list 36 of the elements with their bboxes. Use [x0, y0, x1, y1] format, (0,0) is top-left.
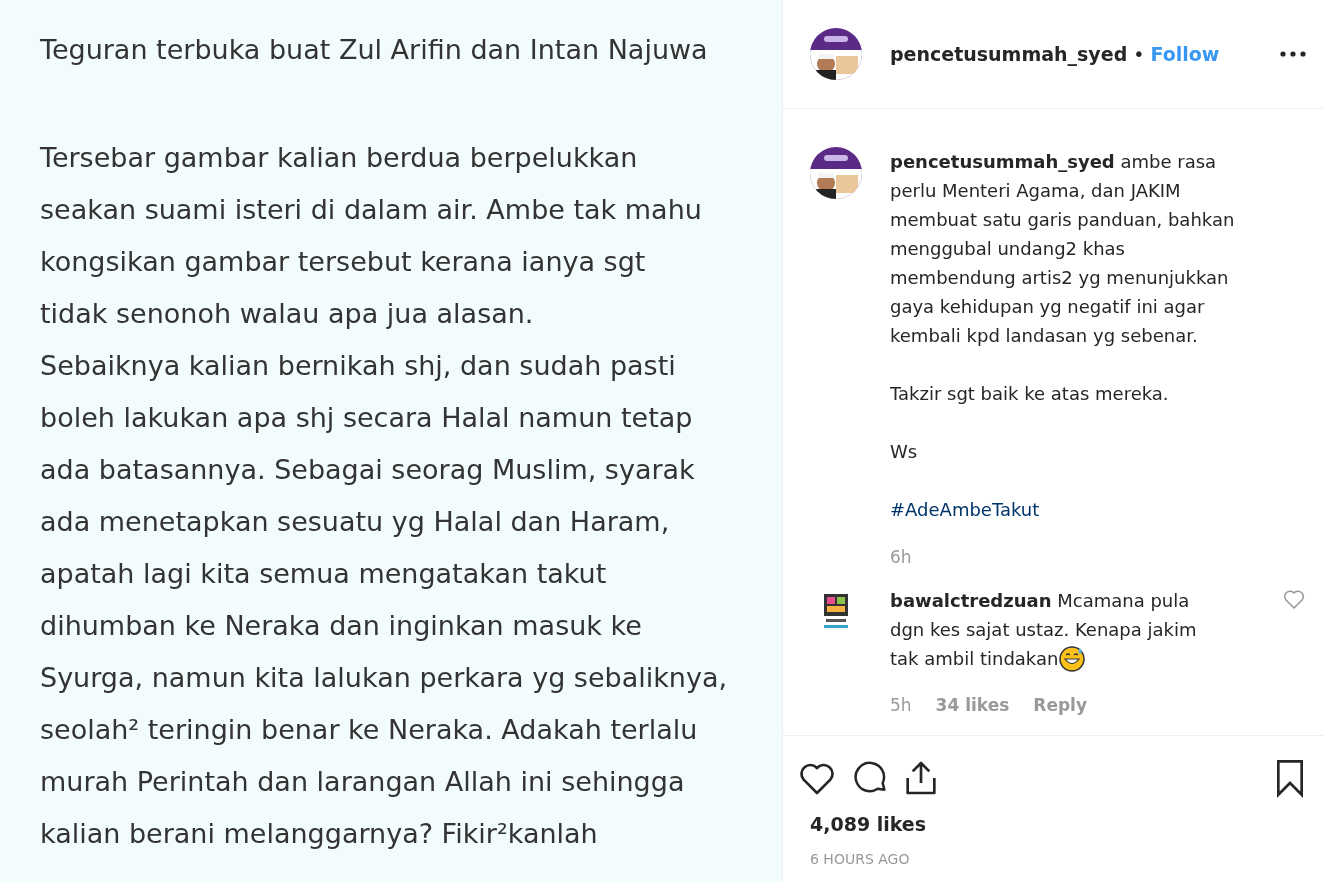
post-text-line: murah Perintah dan larangan Allah ini sehingga [40, 765, 685, 799]
caption-line: perlu Menteri Agama, dan JAKIM [890, 179, 1181, 203]
post-title: Teguran terbuka buat Zul Arifin dan Intan Najuwa [40, 33, 709, 67]
caption-line: membuat satu garis panduan, bahkan [890, 208, 1235, 232]
separator-dot: • [1133, 41, 1145, 67]
caption-line: kembali kpd landasan yg sebenar. [890, 324, 1198, 348]
comment-line: tak ambil tindakan [890, 647, 1059, 671]
post-text-line: dihumban ke Neraka dan inginkan masuk ke [40, 609, 642, 643]
post-text-line: kongsikan gambar tersebut kerana ianya sgt [40, 245, 646, 279]
comment-time: 5h [890, 694, 912, 717]
post-text-line: Syurga, namun kita lalukan perkara yg sebaliknya, [40, 661, 728, 695]
post-text-line: ada batasannya. Sebagai seorag Muslim, syarak [40, 453, 695, 487]
post-text-line: tidak senonoh walau apa jua alasan. [40, 297, 534, 331]
username-link[interactable]: pencetusummah_syed [890, 39, 1128, 69]
more-options-icon[interactable] [1280, 51, 1306, 57]
caption-line: membendung artis2 yg menunjukkan [890, 266, 1229, 290]
hashtag-link[interactable]: #AdeAmbeTakut [890, 495, 1040, 524]
comment-line: bawalctredzuan Mcamana pula [890, 589, 1190, 613]
caption-time: 6h [890, 546, 912, 569]
caption-paragraph: Ws [890, 440, 918, 464]
likes-count[interactable]: 4,089 likes [810, 810, 927, 839]
grinning-sweat-emoji-icon [1059, 645, 1086, 672]
post-text-line: apatah lagi kita semua mengatakan takut [40, 557, 607, 591]
post-text-line: seakan suami isteri di dalam air. Ambe tak mahu [40, 193, 702, 227]
caption-line: pencetusummah_syed ambe rasa [890, 150, 1217, 174]
post-text-line: kalian berani melanggarnya? Fikir²kanlah [40, 817, 598, 851]
caption-line: menggubal undang2 khas [890, 237, 1125, 261]
post-timestamp: 6 HOURS AGO [810, 849, 910, 869]
post-text-line: boleh lakukan apa shj secara Halal namun tetap [40, 401, 693, 435]
caption-paragraph: Takzir sgt baik ke atas mereka. [890, 382, 1169, 406]
comment-line: dgn kes sajat ustaz. Kenapa jakim [890, 618, 1197, 642]
post-text-line: Tersebar gambar kalian berdua berpelukkan [40, 141, 638, 175]
post-text-line: Sebaiknya kalian bernikah shj, dan sudah pasti [40, 349, 676, 383]
post-text-line: ada menetapkan sesuatu yg Halal dan Haram, [40, 505, 670, 539]
caption-line: gaya kehidupan yg negatif ini agar [890, 295, 1205, 319]
post-text-line: seolah² teringin benar ke Neraka. Adakah terlalu [40, 713, 698, 747]
